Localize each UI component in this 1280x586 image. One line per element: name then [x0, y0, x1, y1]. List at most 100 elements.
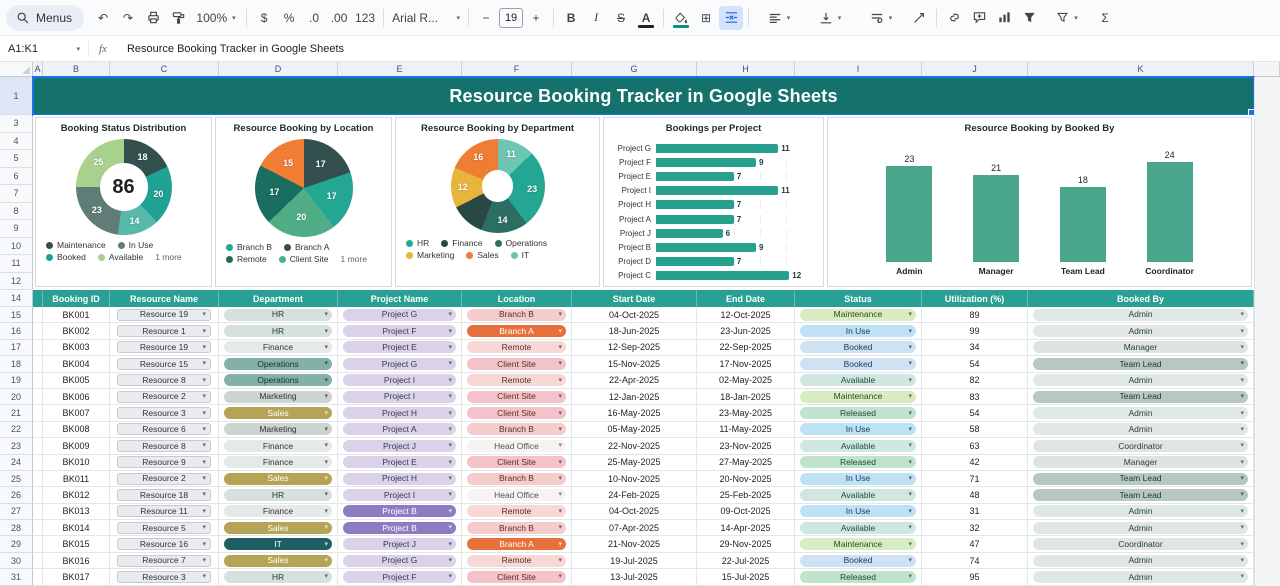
row-header-9[interactable]: 9 — [0, 220, 33, 238]
resource-name-dropdown[interactable]: Resource 1▾ — [117, 325, 211, 337]
booking-id-cell[interactable]: BK013 — [43, 504, 110, 520]
row-header-22[interactable]: 22 — [0, 422, 33, 438]
start-date-cell[interactable]: 12-Sep-2025 — [572, 340, 697, 356]
location-dropdown[interactable]: Branch B▾ — [467, 423, 566, 435]
functions-button[interactable]: Σ — [1093, 6, 1117, 30]
project-name-dropdown[interactable]: Project I▾ — [343, 374, 456, 386]
status-dropdown[interactable]: Maintenance▾ — [800, 391, 916, 403]
status-dropdown[interactable]: Available▾ — [800, 374, 916, 386]
resource-name-dropdown[interactable]: Resource 6▾ — [117, 423, 211, 435]
row-header-3[interactable]: 3 — [0, 115, 33, 133]
location-dropdown[interactable]: Branch A▾ — [467, 538, 566, 550]
resource-name-dropdown[interactable]: Resource 19▾ — [117, 341, 211, 353]
location-dropdown[interactable]: Branch B▾ — [467, 309, 566, 321]
row-header-7[interactable]: 7 — [0, 185, 33, 203]
decrease-decimals-button[interactable]: .0 — [302, 6, 326, 30]
booked-by-dropdown[interactable]: Manager▾ — [1033, 341, 1248, 353]
booked-by-dropdown[interactable]: Team Lead▾ — [1033, 391, 1248, 403]
start-date-cell[interactable]: 22-Apr-2025 — [572, 373, 697, 389]
utilization-cell[interactable]: 74 — [922, 553, 1028, 569]
strikethrough-button[interactable]: S — [609, 6, 633, 30]
booked-by-dropdown[interactable]: Team Lead▾ — [1033, 358, 1248, 370]
italic-button[interactable]: I — [584, 6, 608, 30]
booking-id-cell[interactable]: BK017 — [43, 569, 110, 585]
column-header-I[interactable]: I — [795, 62, 922, 77]
row-header-11[interactable]: 11 — [0, 255, 33, 273]
utilization-cell[interactable]: 54 — [922, 405, 1028, 421]
project-name-dropdown[interactable]: Project J▾ — [343, 538, 456, 550]
end-date-cell[interactable]: 18-Jan-2025 — [697, 389, 795, 405]
project-name-dropdown[interactable]: Project E▾ — [343, 456, 456, 468]
start-date-cell[interactable]: 10-Nov-2025 — [572, 471, 697, 487]
resource-name-dropdown[interactable]: Resource 3▾ — [117, 571, 211, 583]
end-date-cell[interactable]: 23-Nov-2025 — [697, 438, 795, 454]
location-dropdown[interactable]: Branch B▾ — [467, 522, 566, 534]
location-dropdown[interactable]: Remote▾ — [467, 341, 566, 353]
resource-name-dropdown[interactable]: Resource 5▾ — [117, 522, 211, 534]
decrease-font-size-button[interactable]: − — [474, 6, 498, 30]
booked-by-dropdown[interactable]: Admin▾ — [1033, 309, 1248, 321]
resource-name-dropdown[interactable]: Resource 8▾ — [117, 374, 211, 386]
resource-name-dropdown[interactable]: Resource 8▾ — [117, 440, 211, 452]
row-header-28[interactable]: 28 — [0, 520, 33, 536]
redo-button[interactable]: ↷ — [116, 6, 140, 30]
end-date-cell[interactable]: 17-Nov-2025 — [697, 356, 795, 372]
format-currency-button[interactable]: $ — [252, 6, 276, 30]
project-name-dropdown[interactable]: Project E▾ — [343, 341, 456, 353]
increase-font-size-button[interactable]: + — [524, 6, 548, 30]
project-name-dropdown[interactable]: Project B▾ — [343, 522, 456, 534]
row-header-23[interactable]: 23 — [0, 438, 33, 454]
resource-name-dropdown[interactable]: Resource 19▾ — [117, 309, 211, 321]
project-name-dropdown[interactable]: Project H▾ — [343, 407, 456, 419]
location-dropdown[interactable]: Head Office▾ — [467, 489, 566, 501]
filter-views-button[interactable]: ▾ — [1042, 6, 1092, 30]
booked-by-dropdown[interactable]: Admin▾ — [1033, 407, 1248, 419]
row-header-27[interactable]: 27 — [0, 504, 33, 520]
zoom-select[interactable]: 100%▾ — [191, 6, 241, 30]
column-header-D[interactable]: D — [219, 62, 338, 77]
row-header-20[interactable]: 20 — [0, 389, 33, 405]
format-percent-button[interactable]: % — [277, 6, 301, 30]
row-header-4[interactable]: 4 — [0, 133, 33, 151]
status-dropdown[interactable]: In Use▾ — [800, 473, 916, 485]
utilization-cell[interactable]: 89 — [922, 307, 1028, 323]
name-box[interactable]: A1:K1 ▾ — [0, 43, 88, 55]
department-dropdown[interactable]: Sales▾ — [224, 473, 332, 485]
location-dropdown[interactable]: Client Site▾ — [467, 407, 566, 419]
utilization-cell[interactable]: 42 — [922, 455, 1028, 471]
cell-empty[interactable] — [33, 389, 43, 405]
utilization-cell[interactable]: 63 — [922, 438, 1028, 454]
location-dropdown[interactable]: Remote▾ — [467, 505, 566, 517]
column-header-K[interactable]: K — [1028, 62, 1254, 77]
end-date-cell[interactable]: 22-Sep-2025 — [697, 340, 795, 356]
project-name-dropdown[interactable]: Project F▾ — [343, 571, 456, 583]
department-dropdown[interactable]: Marketing▾ — [224, 391, 332, 403]
utilization-cell[interactable]: 83 — [922, 389, 1028, 405]
location-dropdown[interactable]: Remote▾ — [467, 374, 566, 386]
start-date-cell[interactable]: 04-Oct-2025 — [572, 504, 697, 520]
department-dropdown[interactable]: HR▾ — [224, 325, 332, 337]
utilization-cell[interactable]: 54 — [922, 356, 1028, 372]
end-date-cell[interactable]: 20-Nov-2025 — [697, 471, 795, 487]
row-header-18[interactable]: 18 — [0, 356, 33, 372]
department-dropdown[interactable]: HR▾ — [224, 571, 332, 583]
department-dropdown[interactable]: Sales▾ — [224, 522, 332, 534]
status-dropdown[interactable]: Booked▾ — [800, 555, 916, 567]
resource-name-dropdown[interactable]: Resource 16▾ — [117, 538, 211, 550]
row-header-25[interactable]: 25 — [0, 471, 33, 487]
status-dropdown[interactable]: In Use▾ — [800, 423, 916, 435]
create-filter-button[interactable] — [1017, 6, 1041, 30]
paint-format-button[interactable] — [166, 6, 190, 30]
end-date-cell[interactable]: 02-May-2025 — [697, 373, 795, 389]
utilization-cell[interactable]: 32 — [922, 520, 1028, 536]
department-dropdown[interactable]: IT▾ — [224, 538, 332, 550]
vertical-align-button[interactable]: ▾ — [805, 6, 855, 30]
insert-chart-button[interactable] — [992, 6, 1016, 30]
chart-bookedby[interactable]: Resource Booking by Booked By23Admin21Ma… — [827, 117, 1252, 287]
end-date-cell[interactable]: 29-Nov-2025 — [697, 536, 795, 552]
department-dropdown[interactable]: Finance▾ — [224, 456, 332, 468]
location-dropdown[interactable]: Client Site▾ — [467, 571, 566, 583]
font-family-select[interactable]: Arial R...▾ — [389, 6, 463, 30]
merge-cells-button[interactable] — [719, 6, 743, 30]
start-date-cell[interactable]: 07-Apr-2025 — [572, 520, 697, 536]
